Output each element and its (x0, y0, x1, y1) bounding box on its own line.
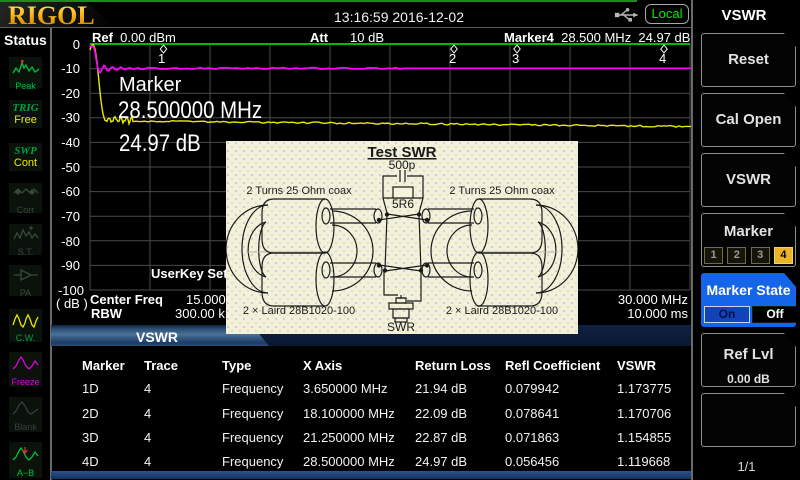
svg-text:2 Turns 25 Ohm coax: 2 Turns 25 Ohm coax (246, 185, 352, 197)
svg-text:SWR: SWR (387, 320, 415, 334)
svg-text:2 Turns 25 Ohm coax: 2 Turns 25 Ohm coax (449, 185, 555, 197)
svg-text:5R6: 5R6 (392, 197, 414, 211)
svg-text:2 × Laird 28B1020-100: 2 × Laird 28B1020-100 (446, 305, 558, 317)
svg-text:500p: 500p (389, 158, 416, 172)
svg-text:2 × Laird 28B1020-100: 2 × Laird 28B1020-100 (243, 305, 355, 317)
